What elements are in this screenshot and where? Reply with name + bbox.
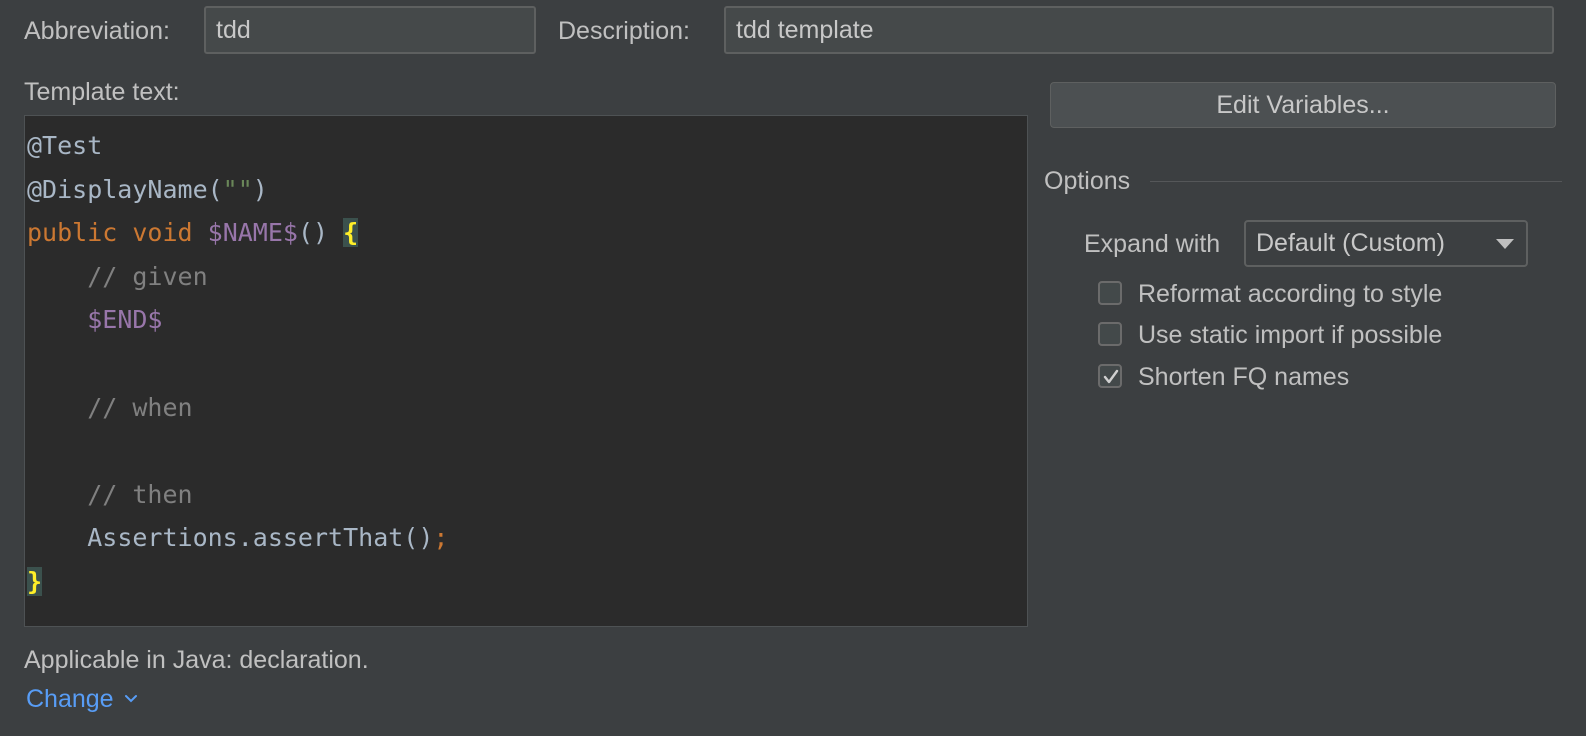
method-parens: ()	[297, 218, 329, 248]
open-brace: {	[343, 218, 359, 248]
code-line-2: @DisplayName("")	[27, 168, 1027, 212]
shorten-fq-label: Shorten FQ names	[1138, 363, 1350, 391]
expand-with-select[interactable]: Default (Custom)	[1244, 220, 1528, 267]
annotation-displayname: @DisplayName(	[27, 174, 223, 204]
abbreviation-input[interactable]: tdd	[204, 6, 536, 54]
variable-end: $END$	[87, 305, 163, 335]
code-line-9: // then	[27, 473, 1027, 517]
reformat-label: Reformat according to style	[1138, 280, 1443, 308]
code-line-11: }	[27, 560, 1027, 604]
code-line-10: Assertions.assertThat();	[27, 516, 1027, 560]
static-import-checkbox[interactable]	[1098, 322, 1122, 346]
code-line-7: // when	[27, 386, 1027, 430]
description-input[interactable]: tdd template	[724, 6, 1554, 54]
change-link-container[interactable]: Change	[26, 684, 138, 714]
keyword-public: public	[27, 218, 118, 248]
applicable-text: Applicable in Java: declaration.	[24, 646, 369, 674]
expand-with-value: Default (Custom)	[1256, 229, 1445, 257]
shorten-fq-checkbox[interactable]	[1098, 364, 1122, 388]
close-brace: }	[27, 566, 43, 596]
annotation-test: @Test	[27, 131, 103, 160]
code-line-3: public void $NAME$() {	[27, 211, 1027, 255]
code-line-4: // given	[27, 255, 1027, 299]
check-icon	[1103, 369, 1119, 384]
edit-variables-button[interactable]: Edit Variables...	[1050, 82, 1556, 128]
expand-with-label: Expand with	[1084, 230, 1221, 258]
options-title: Options	[1044, 167, 1131, 195]
template-text-editor[interactable]: @Test @DisplayName("") public void $NAME…	[24, 115, 1028, 627]
code-line-5: $END$	[27, 298, 1027, 342]
comment-then: // then	[87, 479, 193, 509]
description-label: Description:	[558, 17, 690, 45]
semicolon: ;	[433, 523, 449, 553]
comment-when: // when	[87, 392, 193, 422]
template-text-label: Template text:	[24, 78, 180, 106]
abbreviation-label: Abbreviation:	[24, 17, 170, 45]
chevron-down-icon	[125, 695, 138, 703]
keyword-void: void	[132, 218, 193, 248]
variable-name: $NAME$	[207, 218, 298, 248]
chevron-down-icon	[1496, 239, 1514, 249]
options-divider	[1150, 181, 1562, 182]
static-import-label: Use static import if possible	[1138, 321, 1443, 349]
string-literal: ""	[222, 174, 253, 204]
assert-call: Assertions.assertThat()	[87, 523, 434, 553]
code-line-1: @Test	[27, 124, 1027, 168]
change-link[interactable]: Change	[26, 685, 114, 713]
paren-close: )	[252, 174, 268, 204]
reformat-checkbox[interactable]	[1098, 281, 1122, 305]
comment-given: // given	[87, 261, 208, 291]
